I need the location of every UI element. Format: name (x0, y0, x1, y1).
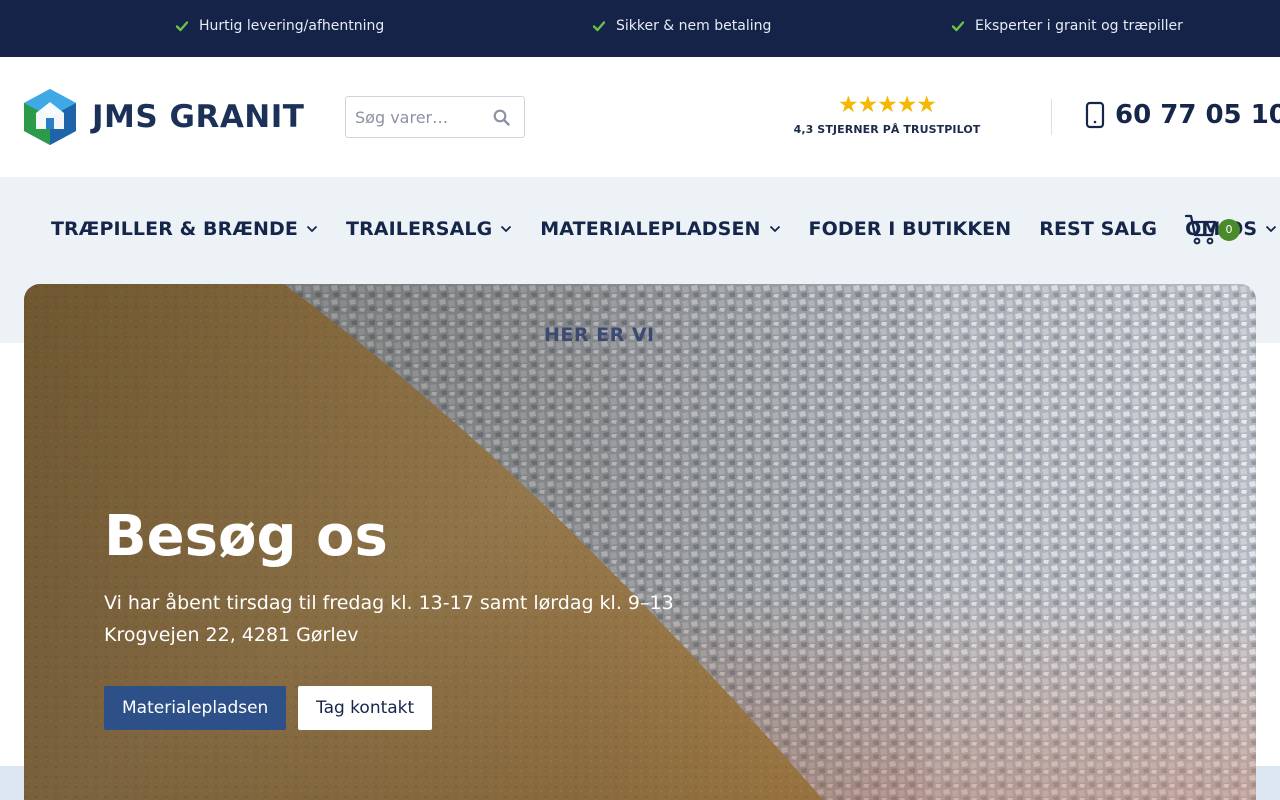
nav-item-traepiller[interactable]: TRÆPILLER & BRÆNDE (51, 218, 318, 240)
header-divider (1051, 99, 1052, 135)
nav-item-trailersalg[interactable]: TRAILERSALG (346, 218, 512, 240)
chevron-down-icon (501, 225, 512, 233)
nav-item-label: MATERIALEPLADSEN (540, 218, 761, 240)
nav-item-materialepladsen[interactable]: MATERIALEPLADSEN (540, 218, 780, 240)
site-header: JMS GRANIT ★★★★★ 4,3 STJERNER PÅ TRUSTPI… (0, 57, 1280, 177)
hero-title: Besøg os (104, 504, 388, 569)
search-box (345, 96, 525, 138)
usp-experts: Eksperter i granit og træpiller (951, 18, 1183, 34)
phone-link[interactable]: 60 77 05 10 (1084, 100, 1280, 130)
mobile-phone-icon (1085, 101, 1105, 129)
house-logo-icon (24, 89, 76, 145)
chevron-down-icon (1265, 225, 1277, 233)
shopping-cart-icon (1184, 214, 1217, 245)
search-icon[interactable] (493, 109, 510, 126)
usp-label: Eksperter i granit og træpiller (975, 18, 1183, 34)
usp-payment: Sikker & nem betaling (592, 18, 771, 34)
nav-item-rest-salg[interactable]: REST SALG (1039, 218, 1157, 240)
contact-button[interactable]: Tag kontakt (298, 686, 433, 730)
usp-label: Hurtig levering/afhentning (199, 18, 385, 34)
logo-text: JMS GRANIT (92, 99, 305, 135)
cart-button[interactable]: 0 (1184, 212, 1244, 250)
hero-eyebrow-label: HER ER VI (544, 324, 655, 346)
check-icon (951, 21, 965, 32)
search-input[interactable] (346, 97, 486, 137)
nav-item-label: FODER I BUTIKKEN (808, 218, 1012, 240)
site-logo[interactable]: JMS GRANIT (24, 89, 304, 145)
usp-label: Sikker & nem betaling (616, 18, 772, 34)
usp-delivery: Hurtig levering/afhentning (175, 18, 384, 34)
cart-count-badge: 0 (1218, 219, 1240, 241)
phone-number: 60 77 05 10 (1115, 100, 1280, 130)
trustpilot-rating[interactable]: ★★★★★ 4,3 STJERNER PÅ TRUSTPILOT (790, 92, 984, 136)
check-icon (592, 21, 606, 32)
address-text: Krogvejen 22, 4281 Gørlev (104, 624, 359, 646)
chevron-down-icon (769, 225, 780, 233)
rating-stars: ★★★★★ (837, 92, 937, 118)
check-icon (175, 21, 189, 32)
chevron-down-icon (306, 225, 318, 233)
main-nav: TRÆPILLER & BRÆNDE TRAILERSALG MATERIALE… (51, 218, 1280, 240)
nav-item-foder[interactable]: FODER I BUTIKKEN (809, 218, 1012, 240)
opening-hours-text: Vi har åbent tirsdag til fredag kl. 13-1… (104, 592, 674, 614)
nav-item-label: TRAILERSALG (346, 218, 493, 240)
materialepladsen-button[interactable]: Materialepladsen (104, 686, 287, 730)
top-bar: Hurtig levering/afhentning Sikker & nem … (0, 0, 1280, 57)
rating-text: 4,3 STJERNER PÅ TRUSTPILOT (793, 123, 981, 136)
hero-banner: HER ER VI Besøg os Vi har åbent tirsdag … (24, 284, 1256, 800)
nav-item-label: TRÆPILLER & BRÆNDE (51, 218, 299, 240)
nav-item-label: REST SALG (1039, 218, 1158, 240)
